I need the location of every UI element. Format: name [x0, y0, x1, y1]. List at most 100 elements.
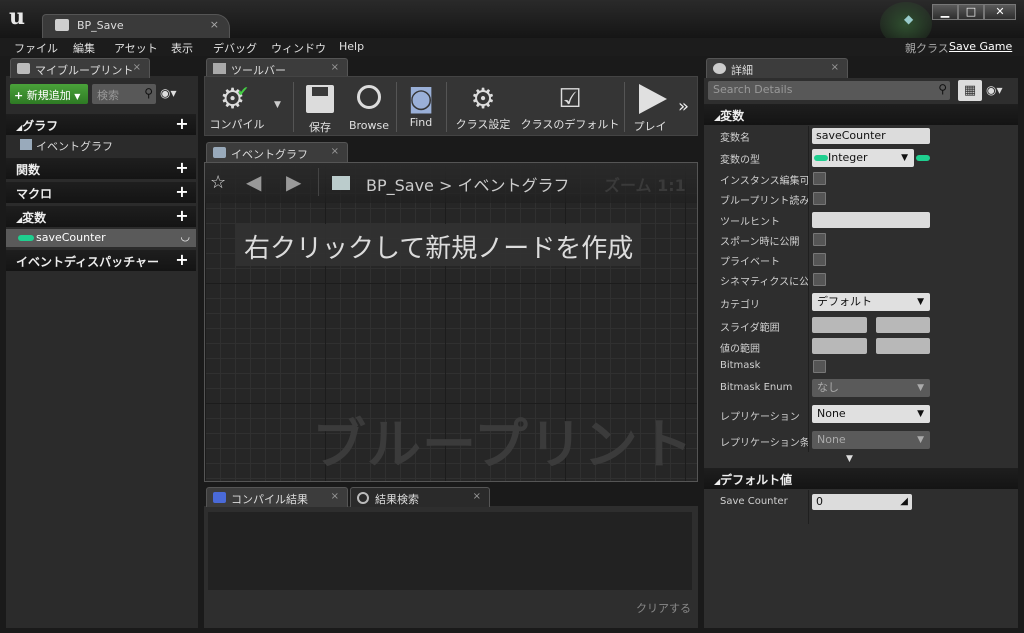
tab-find-results[interactable]: 結果検索 × — [350, 487, 490, 507]
close-window-button[interactable]: ✕ — [984, 4, 1016, 20]
blueprint-search-input[interactable]: 検索 ⚲ — [92, 84, 156, 104]
save-button[interactable]: 保存 — [298, 82, 342, 134]
tab-compile-results[interactable]: コンパイル結果 × — [206, 487, 348, 507]
maximize-button[interactable]: □ — [958, 4, 984, 20]
instance-editable-checkbox[interactable] — [813, 172, 826, 185]
clear-button[interactable]: クリアする — [636, 600, 691, 616]
variable-name-label: saveCounter — [36, 231, 106, 244]
details-section-default-value[interactable]: ◢デフォルト値 — [704, 468, 1018, 489]
back-arrow-icon[interactable]: ◀ — [246, 170, 261, 194]
prop-label-save-counter: Save Counter — [720, 496, 788, 507]
search-placeholder: 検索 — [97, 89, 119, 102]
menu-asset[interactable]: アセット — [114, 40, 158, 56]
tooltip-input[interactable] — [812, 212, 930, 228]
expand-advanced-chevron-icon[interactable]: ▼ — [846, 454, 853, 464]
replication-select[interactable]: None ▼ — [812, 405, 930, 423]
slider-range-max-input[interactable] — [876, 317, 930, 333]
bp-readonly-checkbox[interactable] — [813, 192, 826, 205]
details-search-input[interactable]: Search Details ⚲ — [708, 81, 950, 100]
category-select[interactable]: デフォルト ▼ — [812, 293, 930, 311]
find-button[interactable]: ◙ Find — [400, 82, 442, 134]
add-function-plus-icon[interactable]: + — [174, 160, 190, 176]
info-icon — [713, 63, 726, 74]
value-range-max-input[interactable] — [876, 338, 930, 354]
class-settings-button[interactable]: ⚙ クラス設定 — [452, 82, 514, 134]
variable-name-input[interactable]: saveCounter — [812, 128, 930, 144]
menu-debug[interactable]: デバッグ — [213, 40, 257, 56]
view-options-eye-icon[interactable]: ◉▾ — [160, 86, 192, 102]
section-graphs[interactable]: ◢グラフ + — [6, 114, 196, 135]
book-icon — [17, 63, 30, 74]
tab-details[interactable]: 詳細 × — [706, 58, 848, 78]
tab-toolbar[interactable]: ツールバー × — [206, 58, 348, 78]
forward-arrow-icon[interactable]: ▶ — [286, 170, 301, 194]
eye-closed-icon[interactable]: ◡ — [180, 230, 190, 243]
close-tab-icon[interactable]: × — [133, 62, 141, 73]
document-tab[interactable]: BP_Save × — [42, 14, 230, 38]
breadcrumb-root[interactable]: BP_Save — [366, 176, 434, 195]
close-tab-icon[interactable]: × — [331, 146, 339, 157]
play-triangle-icon — [633, 84, 667, 118]
drag-resize-icon[interactable]: ◢ — [900, 494, 908, 510]
compile-button[interactable]: ⚙✔ コンパイル — [206, 82, 268, 134]
prop-label-slider-range: スライダ範囲 — [720, 323, 780, 334]
value-range-min-input[interactable] — [812, 338, 867, 354]
slider-range-min-input[interactable] — [812, 317, 867, 333]
tab-my-blueprint[interactable]: マイブループリント × — [10, 58, 150, 78]
save-counter-default-input[interactable]: 0 ◢ — [812, 494, 912, 510]
bitmask-enum-select[interactable]: なし ▼ — [812, 379, 930, 397]
add-macro-plus-icon[interactable]: + — [174, 184, 190, 200]
browse-button[interactable]: Browse — [346, 82, 392, 134]
breadcrumb-leaf[interactable]: イベントグラフ — [458, 176, 570, 195]
class-defaults-button[interactable]: ☑ クラスのデフォルト — [520, 82, 620, 134]
list-item-save-counter[interactable]: saveCounter ◡ — [6, 229, 196, 247]
section-macros[interactable]: マクロ + — [6, 182, 196, 203]
menu-window[interactable]: ウィンドウ — [271, 40, 326, 56]
close-tab-icon[interactable]: × — [331, 62, 339, 73]
details-section-variable[interactable]: ◢変数 — [704, 104, 1018, 125]
learn-icon[interactable]: ◆ — [904, 12, 920, 26]
close-tab-icon[interactable]: × — [331, 491, 339, 502]
toolbar-overflow-button[interactable]: » — [678, 96, 689, 117]
prop-label-replication: レプリケーション — [720, 412, 800, 423]
tab-details-label: 詳細 — [731, 64, 753, 77]
add-graph-plus-icon[interactable]: + — [174, 116, 190, 132]
close-tab-icon[interactable]: × — [210, 18, 219, 31]
play-button[interactable]: プレイ — [628, 82, 672, 134]
section-graphs-title: グラフ — [22, 119, 59, 133]
parent-class-link[interactable]: Save Game — [949, 40, 1012, 53]
prop-label-category: カテゴリ — [720, 300, 760, 311]
close-tab-icon[interactable]: × — [473, 491, 481, 502]
close-tab-icon[interactable]: × — [831, 62, 839, 73]
add-new-button[interactable]: + 新規追加 ▼ — [10, 84, 88, 104]
variable-type-select[interactable]: Integer ▼ — [812, 149, 914, 167]
expose-spawn-checkbox[interactable] — [813, 233, 826, 246]
add-variable-plus-icon[interactable]: + — [174, 208, 190, 224]
add-dispatcher-plus-icon[interactable]: + — [174, 252, 190, 268]
magnifier-icon — [352, 85, 386, 119]
menu-help[interactable]: Help — [339, 40, 364, 53]
bitmask-checkbox[interactable] — [813, 360, 826, 373]
menu-view[interactable]: 表示 — [171, 40, 193, 56]
section-variables[interactable]: ◢変数 + — [6, 206, 196, 227]
compile-output-area[interactable] — [208, 512, 692, 590]
favorite-star-icon[interactable]: ☆ — [210, 172, 226, 193]
parent-class-label: 親クラス — [905, 42, 949, 55]
rep-condition-select[interactable]: None ▼ — [812, 431, 930, 449]
view-options-eye-icon[interactable]: ◉▾ — [986, 83, 1003, 97]
container-type-pin-icon[interactable] — [916, 155, 930, 161]
menu-edit[interactable]: 編集 — [73, 40, 95, 56]
list-item-event-graph[interactable]: イベントグラフ — [6, 136, 196, 154]
cinematics-checkbox[interactable] — [813, 273, 826, 286]
section-dispatchers-title: イベントディスパッチャー — [16, 255, 160, 269]
section-event-dispatchers[interactable]: イベントディスパッチャー + — [6, 250, 196, 271]
class-settings-gear-icon: ⚙ — [470, 82, 496, 115]
section-functions[interactable]: 関数 + — [6, 158, 196, 179]
private-checkbox[interactable] — [813, 253, 826, 266]
tab-event-graph[interactable]: イベントグラフ × — [206, 142, 348, 162]
menu-file[interactable]: ファイル — [14, 40, 58, 56]
property-matrix-icon[interactable]: ▦ — [958, 80, 982, 101]
compile-options-chevron-icon[interactable]: ▼ — [274, 100, 281, 110]
minimize-button[interactable]: ▁ — [932, 4, 958, 20]
blueprint-icon — [55, 19, 69, 31]
